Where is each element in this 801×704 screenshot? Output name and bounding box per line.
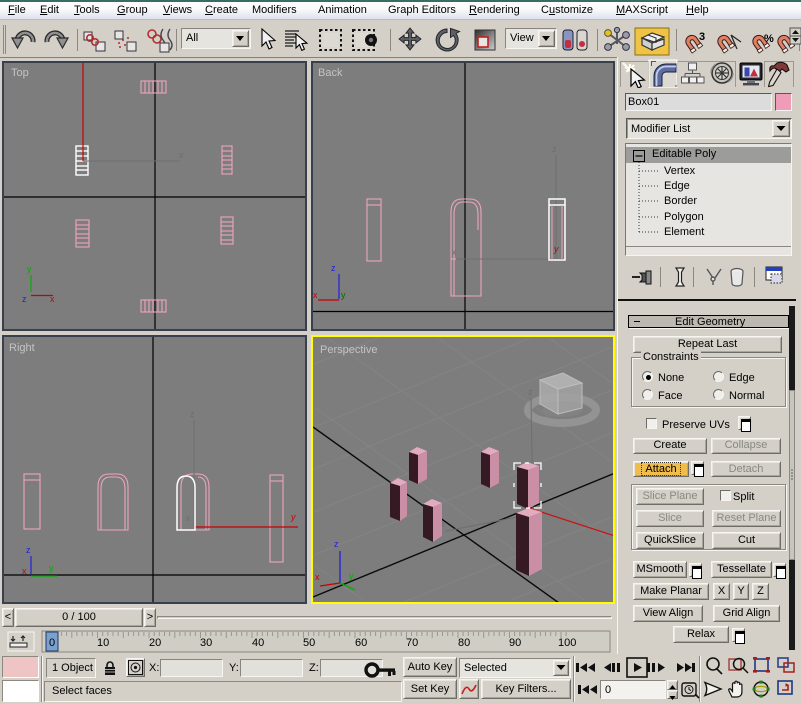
svg-text:z: z [528, 387, 533, 397]
svg-text:y: y [290, 512, 296, 522]
svg-text:Top: Top [11, 67, 29, 79]
svg-text:3: 3 [699, 31, 705, 43]
svg-text:y: y [27, 264, 32, 274]
svg-text:z: z [334, 539, 339, 549]
svg-text:z: z [190, 409, 195, 419]
svg-text:Perspective: Perspective [320, 344, 377, 356]
svg-text:z: z [26, 545, 31, 555]
svg-text:Back: Back [318, 67, 343, 79]
svg-text:x: x [179, 150, 184, 160]
svg-text:x: x [313, 290, 318, 300]
svg-text:y: y [349, 571, 354, 581]
svg-text:y: y [553, 244, 559, 254]
svg-text:z: z [331, 263, 336, 273]
svg-text:x: x [186, 513, 191, 523]
svg-text:Right: Right [9, 342, 35, 354]
svg-text:z: z [552, 144, 557, 154]
svg-text:x: x [50, 294, 55, 304]
svg-text:x: x [452, 247, 457, 257]
svg-text:y: y [341, 290, 346, 300]
svg-text:x: x [315, 572, 320, 582]
svg-text:%: % [764, 33, 774, 45]
svg-text:x: x [22, 566, 27, 576]
svg-text:z: z [22, 294, 27, 304]
svg-text:y: y [49, 563, 54, 573]
